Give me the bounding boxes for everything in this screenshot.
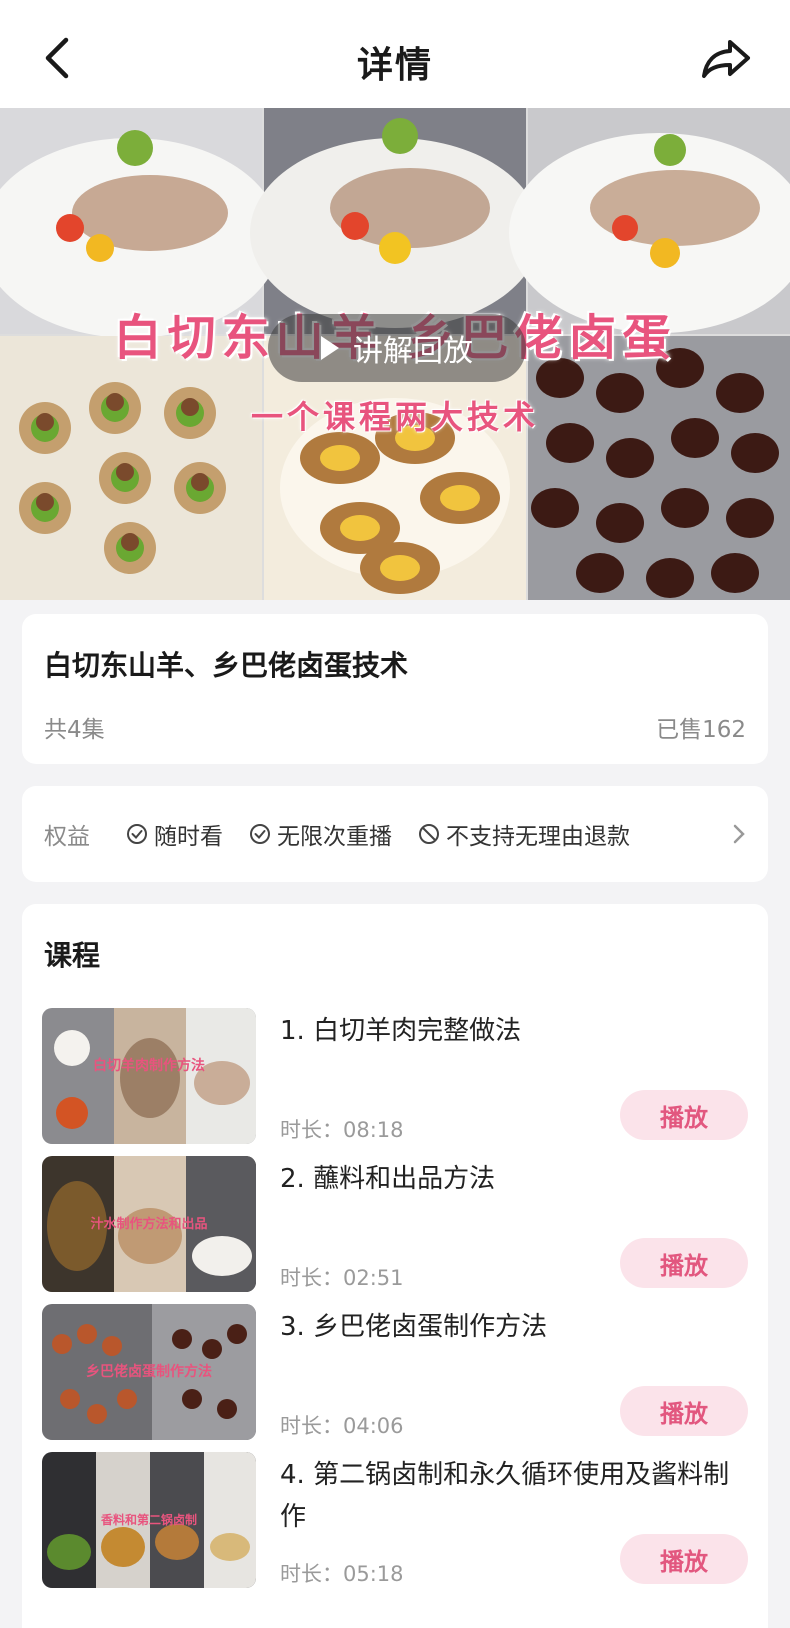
lesson-duration: 时长：08:18 xyxy=(280,1118,404,1142)
lesson-item[interactable]: 白切羊肉制作方法 1. 白切羊肉完整做法 时长：08:18 播放 xyxy=(42,1008,748,1144)
course-info-card: 白切东山羊、乡巴佬卤蛋技术 共4集 已售162 xyxy=(22,614,768,764)
rights-item-no-refund: 不支持无理由退款 xyxy=(418,817,630,851)
play-button[interactable]: 播放 xyxy=(620,1238,748,1288)
lesson-duration: 时长：05:18 xyxy=(280,1562,404,1586)
share-icon[interactable] xyxy=(700,38,752,80)
lesson-thumbnail: 汁水制作方法和出品 xyxy=(42,1156,256,1292)
check-circle-icon xyxy=(250,824,270,844)
lesson-item[interactable]: 香料和第二锅卤制 4. 第二锅卤制和永久循环使用及酱料制作 时长：05:18 播… xyxy=(42,1452,748,1588)
check-circle-icon xyxy=(127,824,147,844)
svg-text:白切羊肉制作方法: 白切羊肉制作方法 xyxy=(93,1057,205,1074)
play-icon xyxy=(321,336,339,360)
page-title: 详情 xyxy=(356,45,433,86)
chevron-right-icon[interactable] xyxy=(732,822,746,846)
episode-count: 共4集 xyxy=(44,717,105,743)
lesson-title: 4. 第二锅卤制和永久循环使用及酱料制作 xyxy=(280,1460,730,1532)
rights-card[interactable]: 权益 随时看 无限次重播 不支持无理由退款 xyxy=(22,786,768,882)
rights-item-replay: 无限次重播 xyxy=(249,817,392,851)
lesson-title: 1. 白切羊肉完整做法 xyxy=(280,1016,522,1046)
lesson-duration: 时长：02:51 xyxy=(280,1266,404,1290)
lesson-item[interactable]: 汁水制作方法和出品 2. 蘸料和出品方法 时长：02:51 播放 xyxy=(42,1156,748,1292)
rights-item-label: 不支持无理由退款 xyxy=(446,824,630,850)
top-bar: 详情 xyxy=(0,0,790,108)
play-button[interactable]: 播放 xyxy=(620,1386,748,1436)
lesson-title: 2. 蘸料和出品方法 xyxy=(280,1164,496,1194)
course-list-card: 课程 白切羊肉制作方法 1. 白切羊肉完整做法 时长：08:18 播放 汁水制作… xyxy=(22,904,768,1628)
course-banner[interactable]: 白切东山羊 乡巴佬卤蛋 一个课程两大技术 讲解回放 xyxy=(0,108,790,600)
svg-text:乡巴佬卤蛋制作方法: 乡巴佬卤蛋制作方法 xyxy=(86,1363,212,1380)
play-button[interactable]: 播放 xyxy=(620,1090,748,1140)
svg-text:汁水制作方法和出品: 汁水制作方法和出品 xyxy=(90,1216,207,1232)
rights-item-label: 无限次重播 xyxy=(277,824,392,850)
lesson-thumbnail: 白切羊肉制作方法 xyxy=(42,1008,256,1144)
rights-item-anytime: 随时看 xyxy=(126,817,223,851)
rights-item-label: 随时看 xyxy=(154,824,223,850)
course-name: 白切东山羊、乡巴佬卤蛋技术 xyxy=(44,649,409,682)
lesson-thumbnail: 香料和第二锅卤制 xyxy=(42,1452,256,1588)
play-button[interactable]: 播放 xyxy=(620,1534,748,1584)
rights-label: 权益 xyxy=(44,824,90,850)
lesson-thumbnail: 乡巴佬卤蛋制作方法 xyxy=(42,1304,256,1440)
course-heading: 课程 xyxy=(44,939,101,972)
lesson-title: 3. 乡巴佬卤蛋制作方法 xyxy=(280,1312,548,1342)
lesson-duration: 时长：04:06 xyxy=(280,1414,404,1438)
banner-overlay-subtitle: 一个课程两大技术 xyxy=(250,398,539,436)
sold-count: 已售162 xyxy=(656,717,746,743)
svg-text:香料和第二锅卤制: 香料和第二锅卤制 xyxy=(100,1512,197,1527)
lesson-item[interactable]: 乡巴佬卤蛋制作方法 3. 乡巴佬卤蛋制作方法 时长：04:06 播放 xyxy=(42,1304,748,1440)
replay-label: 讲解回放 xyxy=(353,334,473,369)
replay-button[interactable]: 讲解回放 xyxy=(268,314,526,382)
ban-icon xyxy=(419,824,439,844)
